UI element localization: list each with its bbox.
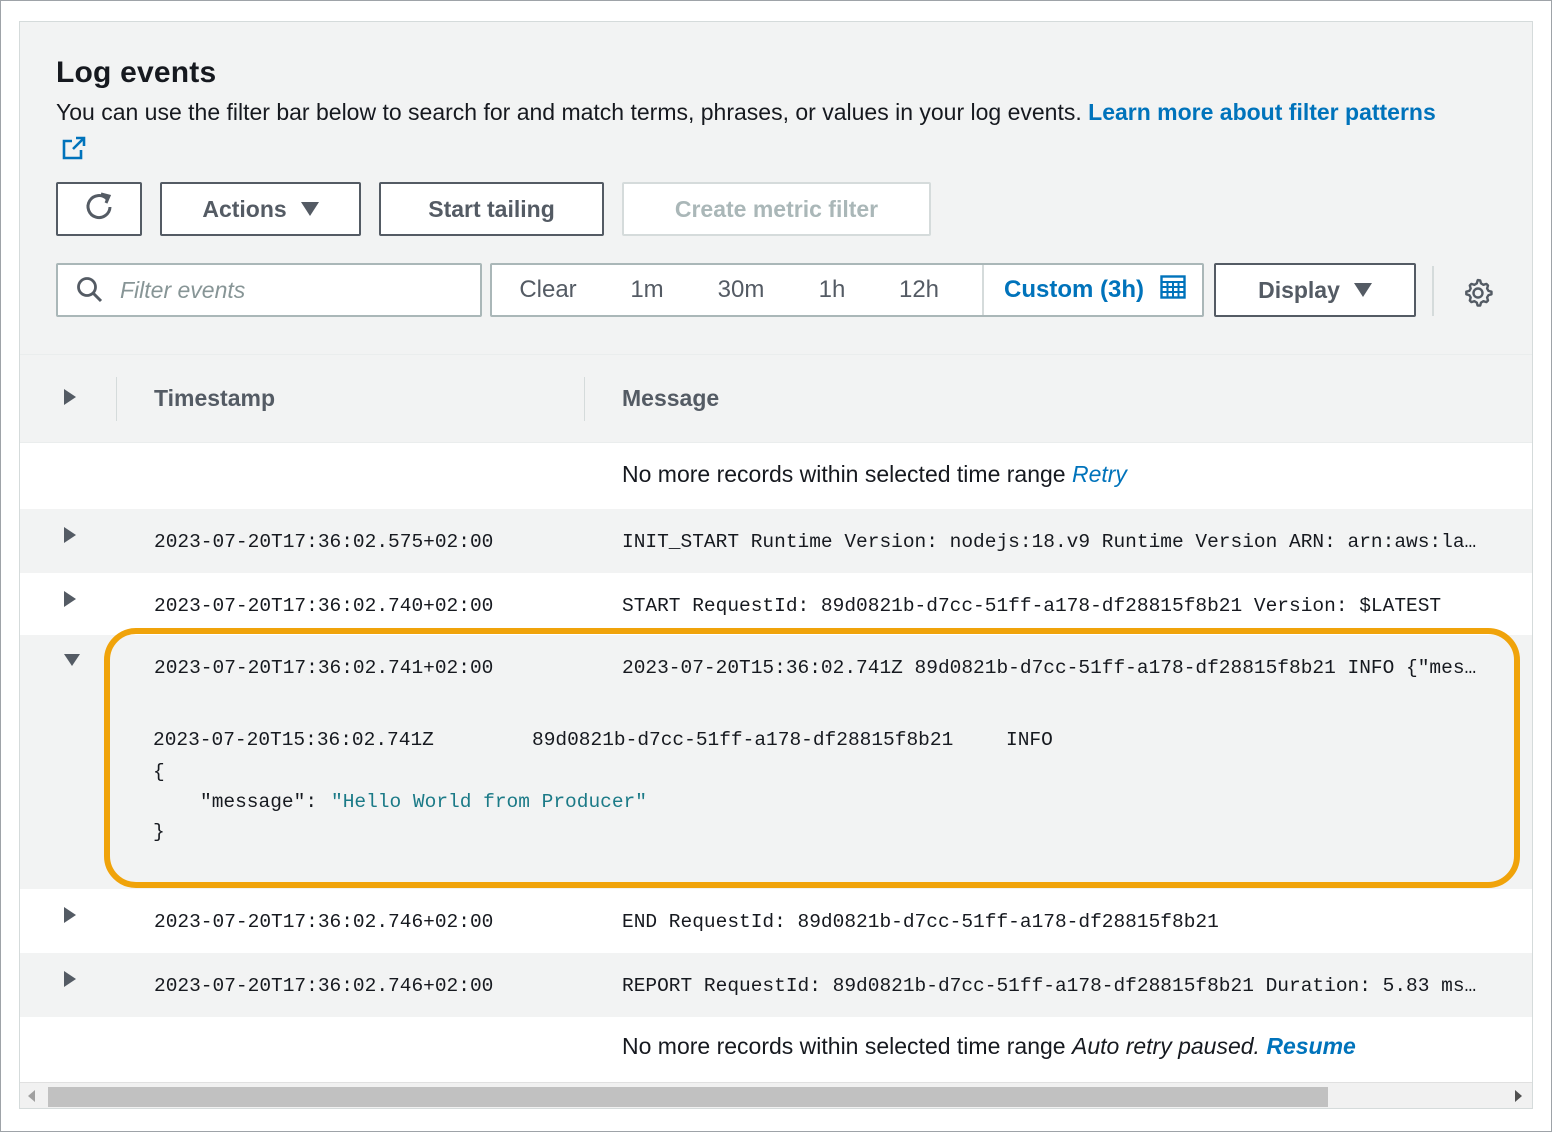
toolbar-divider: [1432, 266, 1434, 316]
time-range-selector: Clear 1m 30m 1h 12h Custom (3h): [490, 263, 1204, 317]
caret-down-icon: [64, 654, 80, 666]
row-timestamp: 2023-07-20T17:36:02.741+02:00: [154, 657, 494, 679]
start-tailing-button[interactable]: Start tailing: [379, 182, 604, 236]
filter-events-search[interactable]: [56, 263, 482, 317]
log-events-table: Timestamp Message No more records within…: [20, 354, 1532, 1082]
table-row[interactable]: 2023-07-20T17:36:02.740+02:00 START Requ…: [20, 573, 1532, 635]
expand-all-toggle[interactable]: [60, 385, 80, 414]
bottom-status-row: No more records within selected time ran…: [20, 1017, 1532, 1083]
column-separator: [116, 377, 117, 421]
auto-retry-status: Auto retry paused.: [1071, 1033, 1260, 1059]
retry-link[interactable]: Retry: [1072, 461, 1127, 487]
detail-open-brace: {: [153, 761, 165, 783]
caret-right-icon: [64, 389, 76, 405]
page-description: You can use the filter bar below to sear…: [56, 94, 1456, 170]
caret-down-icon: [300, 202, 319, 216]
row-message: END RequestId: 89d0821b-d7cc-51ff-a178-d…: [622, 911, 1219, 933]
detail-close-brace: }: [153, 821, 165, 843]
bottom-status-note: No more records within selected time ran…: [622, 1033, 1356, 1059]
row-timestamp: 2023-07-20T17:36:02.575+02:00: [154, 531, 494, 553]
top-status-note: No more records within selected time ran…: [622, 461, 1127, 487]
top-status-row: No more records within selected time ran…: [20, 443, 1532, 509]
actions-label: Actions: [202, 195, 287, 222]
row-message: INIT_START Runtime Version: nodejs:18.v9…: [622, 531, 1477, 553]
calendar-icon: [1160, 274, 1186, 306]
caret-right-icon: [64, 591, 76, 607]
create-metric-filter-label: Create metric filter: [674, 195, 879, 222]
row-timestamp: 2023-07-20T17:36:02.746+02:00: [154, 975, 494, 997]
panel-header: Log events You can use the filter bar be…: [20, 22, 1532, 354]
caret-right-icon: [64, 971, 76, 987]
row-collapse-toggle[interactable]: [60, 649, 84, 675]
refresh-icon: [83, 190, 115, 228]
time-range-custom[interactable]: Custom (3h): [982, 265, 1202, 315]
time-range-custom-label: Custom (3h): [1004, 276, 1144, 303]
display-button[interactable]: Display: [1214, 263, 1416, 317]
refresh-button[interactable]: [56, 182, 142, 236]
detail-level: INFO: [1006, 729, 1053, 751]
table-row[interactable]: 2023-07-20T17:36:02.575+02:00 INIT_START…: [20, 509, 1532, 573]
row-expand-toggle[interactable]: [60, 967, 80, 996]
start-tailing-label: Start tailing: [428, 195, 555, 222]
row-message: START RequestId: 89d0821b-d7cc-51ff-a178…: [622, 595, 1442, 617]
settings-gear-icon[interactable]: [1460, 274, 1496, 310]
detail-json-value: "Hello World from Producer": [331, 791, 647, 813]
actions-button[interactable]: Actions: [160, 182, 361, 236]
table-row[interactable]: 2023-07-20T17:36:02.746+02:00 END Reques…: [20, 889, 1532, 953]
time-range-1m[interactable]: 1m: [604, 265, 690, 315]
table-header: Timestamp Message: [20, 355, 1532, 443]
search-icon: [76, 276, 104, 304]
description-text: You can use the filter bar below to sear…: [56, 99, 1082, 125]
scroll-right-arrow-icon[interactable]: [1515, 1090, 1522, 1102]
row-timestamp: 2023-07-20T17:36:02.746+02:00: [154, 911, 494, 933]
time-range-clear[interactable]: Clear: [492, 265, 604, 315]
time-range-12h[interactable]: 12h: [872, 265, 966, 315]
resume-link[interactable]: Resume: [1266, 1033, 1355, 1059]
scroll-left-arrow-icon[interactable]: [28, 1090, 35, 1102]
table-row-expanded[interactable]: 2023-07-20T17:36:02.741+02:00 2023-07-20…: [20, 635, 1532, 889]
row-expand-toggle[interactable]: [60, 903, 80, 932]
row-expand-toggle[interactable]: [60, 523, 80, 552]
caret-right-icon: [64, 907, 76, 923]
external-link-icon: [62, 134, 86, 170]
caret-down-icon: [1353, 283, 1372, 297]
horizontal-scrollbar[interactable]: [20, 1082, 1532, 1108]
filter-events-input[interactable]: [118, 275, 438, 305]
scrollbar-thumb[interactable]: [48, 1087, 1328, 1107]
display-label: Display: [1258, 276, 1340, 303]
table-row[interactable]: 2023-07-20T17:36:02.746+02:00 REPORT Req…: [20, 953, 1532, 1017]
column-header-timestamp[interactable]: Timestamp: [154, 385, 275, 412]
detail-timestamp: 2023-07-20T15:36:02.741Z: [153, 729, 434, 751]
create-metric-filter-button[interactable]: Create metric filter: [622, 182, 931, 236]
row-message: REPORT RequestId: 89d0821b-d7cc-51ff-a17…: [622, 975, 1477, 997]
log-events-panel: Log events You can use the filter bar be…: [19, 21, 1533, 1109]
column-header-message[interactable]: Message: [622, 385, 719, 412]
page-title: Log events: [56, 56, 217, 89]
detail-request-id: 89d0821b-d7cc-51ff-a178-df28815f8b21: [532, 729, 954, 751]
time-range-1h[interactable]: 1h: [792, 265, 872, 315]
row-message: 2023-07-20T15:36:02.741Z 89d0821b-d7cc-5…: [622, 657, 1477, 679]
time-range-30m[interactable]: 30m: [690, 265, 792, 315]
window-frame: Log events You can use the filter bar be…: [0, 0, 1552, 1132]
row-expand-toggle[interactable]: [60, 587, 80, 616]
detail-json-key: "message":: [200, 791, 318, 813]
column-separator: [584, 377, 585, 421]
caret-right-icon: [64, 527, 76, 543]
row-timestamp: 2023-07-20T17:36:02.740+02:00: [154, 595, 494, 617]
